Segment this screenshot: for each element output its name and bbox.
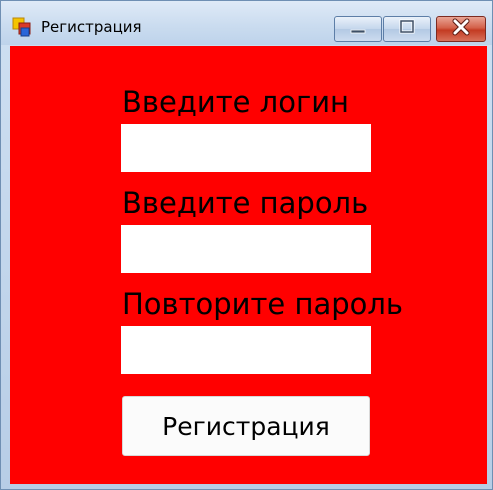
form-area: Введите логин Введите пароль Повторите п…: [10, 46, 487, 484]
password-input[interactable]: [121, 225, 371, 273]
title-bar[interactable]: Регистрация: [1, 1, 492, 45]
login-input[interactable]: [121, 124, 371, 172]
login-label: Введите логин: [122, 85, 350, 119]
window-title: Регистрация: [41, 18, 142, 36]
close-icon: [450, 18, 472, 40]
maximize-icon: [397, 19, 417, 39]
minimize-button[interactable]: [334, 16, 382, 42]
close-button[interactable]: [436, 16, 486, 42]
maximize-button[interactable]: [383, 16, 431, 42]
registration-window: Регистрация Введите логин Введите пароль…: [0, 0, 493, 490]
register-button[interactable]: Регистрация: [122, 396, 370, 456]
password-label: Введите пароль: [122, 186, 369, 220]
repeat-password-input[interactable]: [121, 326, 371, 374]
repeat-password-label: Повторите пароль: [122, 287, 403, 321]
minimize-icon: [348, 20, 368, 39]
app-icon[interactable]: [12, 16, 34, 38]
